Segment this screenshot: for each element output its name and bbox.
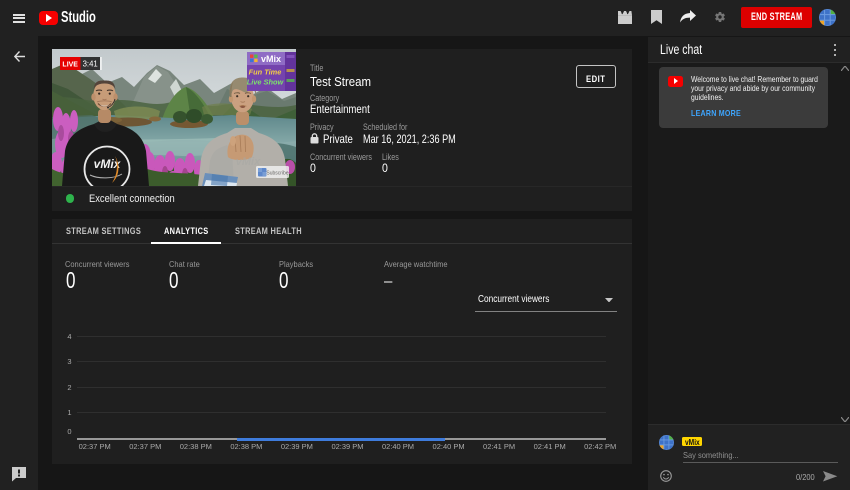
svg-text:vMix: vMix	[261, 54, 281, 64]
svg-text:Live Show: Live Show	[247, 78, 285, 87]
svg-text:Fun Time: Fun Time	[249, 68, 282, 77]
svg-text:LIVE: LIVE	[62, 59, 78, 68]
svg-text:Subscribe: Subscribe	[266, 171, 288, 177]
svg-text:3:41: 3:41	[83, 60, 98, 69]
